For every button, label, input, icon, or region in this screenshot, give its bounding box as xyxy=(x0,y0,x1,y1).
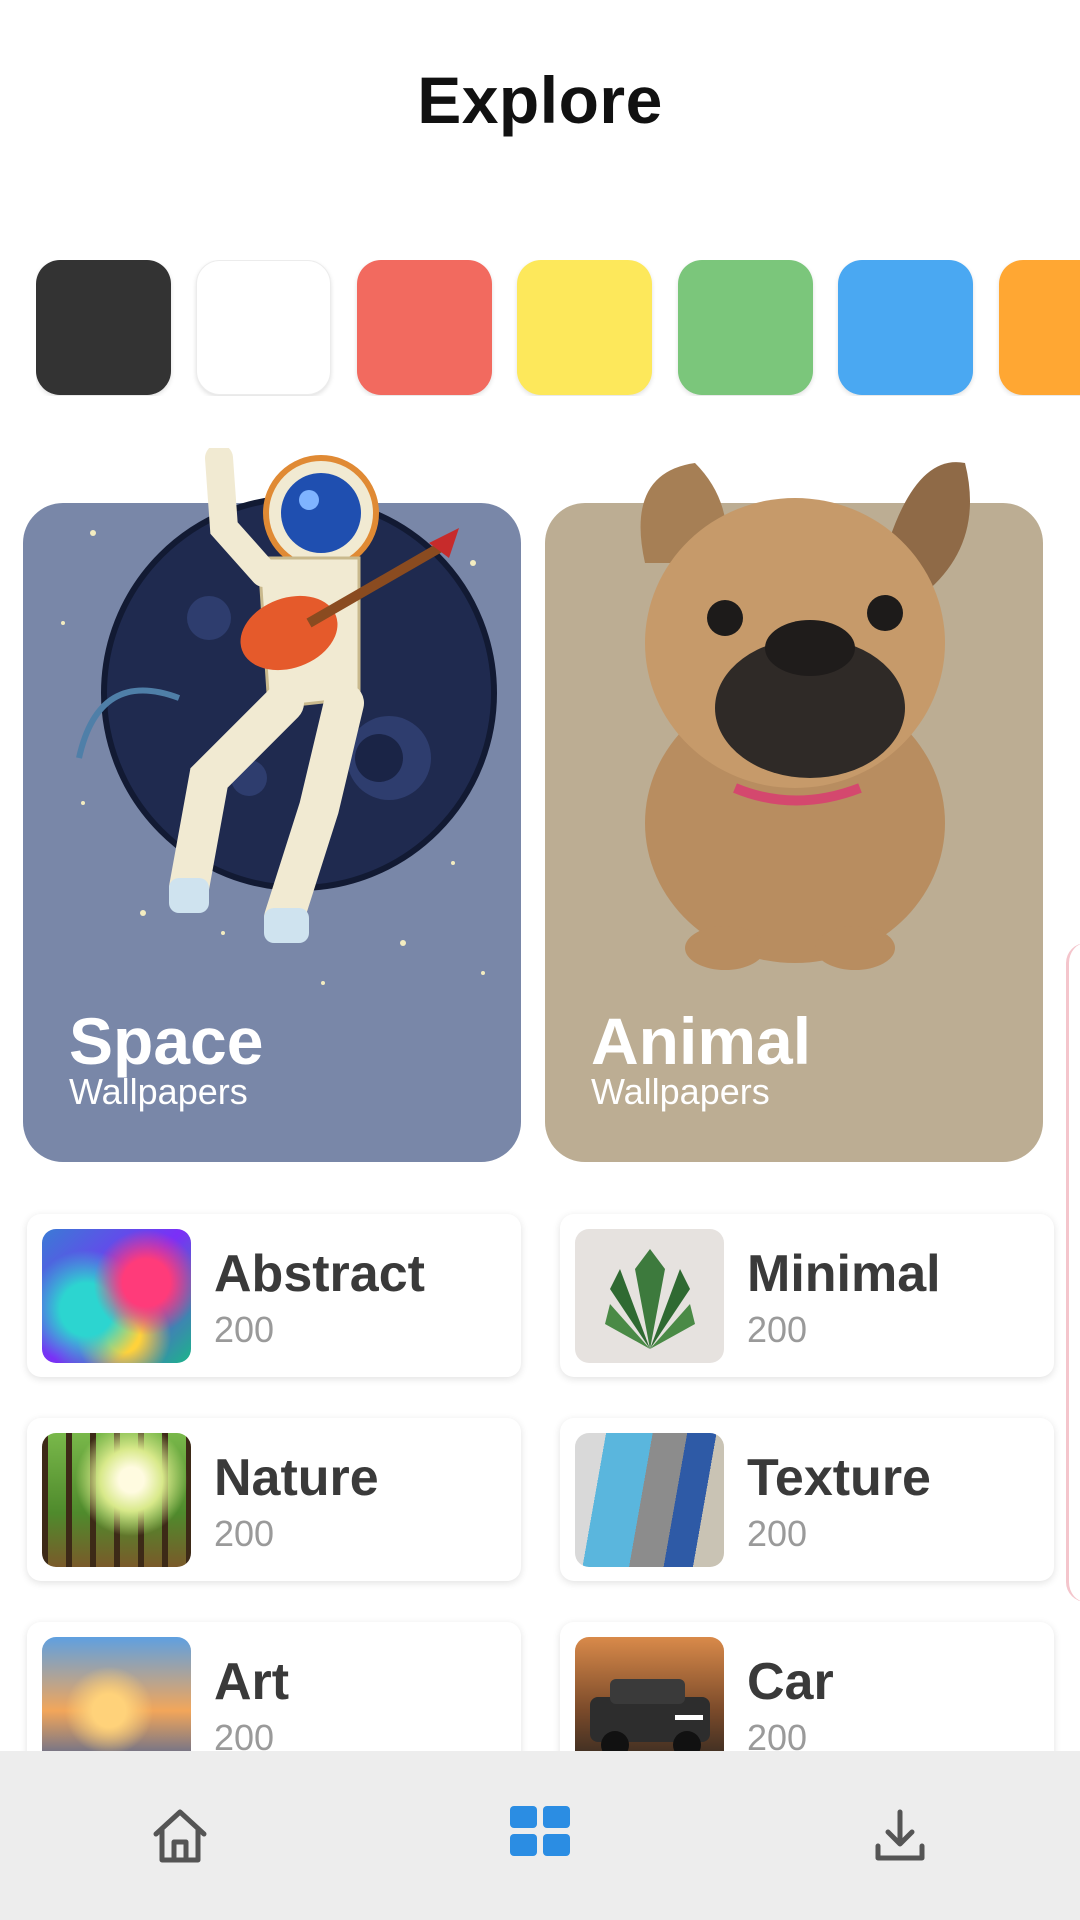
category-name: Car xyxy=(747,1653,834,1711)
category-card-minimal[interactable]: Minimal 200 xyxy=(560,1214,1054,1377)
category-card-texture[interactable]: Texture 200 xyxy=(560,1418,1054,1581)
category-count: 200 xyxy=(214,1309,275,1350)
category-name: Art xyxy=(214,1653,290,1711)
featured-card-space[interactable]: Space Wallpapers xyxy=(23,448,521,1162)
home-icon xyxy=(153,1809,207,1863)
category-count: 200 xyxy=(214,1513,275,1554)
category-name: Abstract xyxy=(214,1245,425,1303)
bottom-navigation xyxy=(0,1751,1080,1920)
featured-subtitle: Wallpapers xyxy=(69,1071,248,1112)
featured-subtitle: Wallpapers xyxy=(591,1071,770,1112)
nav-downloads-button[interactable] xyxy=(720,1751,1080,1920)
nav-home-button[interactable] xyxy=(0,1751,360,1920)
category-card-nature[interactable]: Nature 200 xyxy=(27,1418,521,1581)
color-chip-red[interactable] xyxy=(356,260,492,395)
featured-card-next-peek[interactable] xyxy=(1066,943,1080,1602)
page-title: Explore xyxy=(417,63,663,137)
featured-title: Animal xyxy=(591,1004,812,1078)
featured-title: Space xyxy=(69,1004,264,1078)
download-icon xyxy=(875,1809,925,1861)
color-chip-yellow[interactable] xyxy=(517,260,653,395)
grid-icon xyxy=(510,1806,570,1856)
nature-thumbnail xyxy=(42,1433,191,1567)
featured-card-animal[interactable]: Animal Wallpapers xyxy=(545,462,1043,1162)
category-name: Texture xyxy=(747,1449,931,1507)
color-chip-blue[interactable] xyxy=(838,260,974,395)
color-filter-row[interactable] xyxy=(36,260,1080,396)
color-chip-black[interactable] xyxy=(36,260,171,395)
category-name: Minimal xyxy=(747,1245,941,1303)
explore-screen: Explore Space Wallpapers Animal Wallpape… xyxy=(0,0,1080,1920)
color-chip-white[interactable] xyxy=(196,260,332,395)
astronaut-illustration xyxy=(76,448,497,943)
category-card-abstract[interactable]: Abstract 200 xyxy=(27,1214,521,1377)
featured-carousel[interactable]: Space Wallpapers Animal Wallpapers xyxy=(0,440,1080,1602)
bulldog-photo xyxy=(640,462,970,970)
nav-explore-button[interactable] xyxy=(360,1751,720,1920)
succulent-icon xyxy=(605,1249,695,1349)
category-count: 200 xyxy=(747,1309,808,1350)
texture-thumbnail xyxy=(575,1433,724,1567)
color-chip-green[interactable] xyxy=(677,260,813,395)
abstract-thumbnail xyxy=(42,1229,191,1363)
category-count: 200 xyxy=(747,1513,808,1554)
minimal-thumbnail xyxy=(575,1229,724,1363)
category-name: Nature xyxy=(214,1449,379,1507)
color-chip-orange[interactable] xyxy=(998,260,1080,395)
